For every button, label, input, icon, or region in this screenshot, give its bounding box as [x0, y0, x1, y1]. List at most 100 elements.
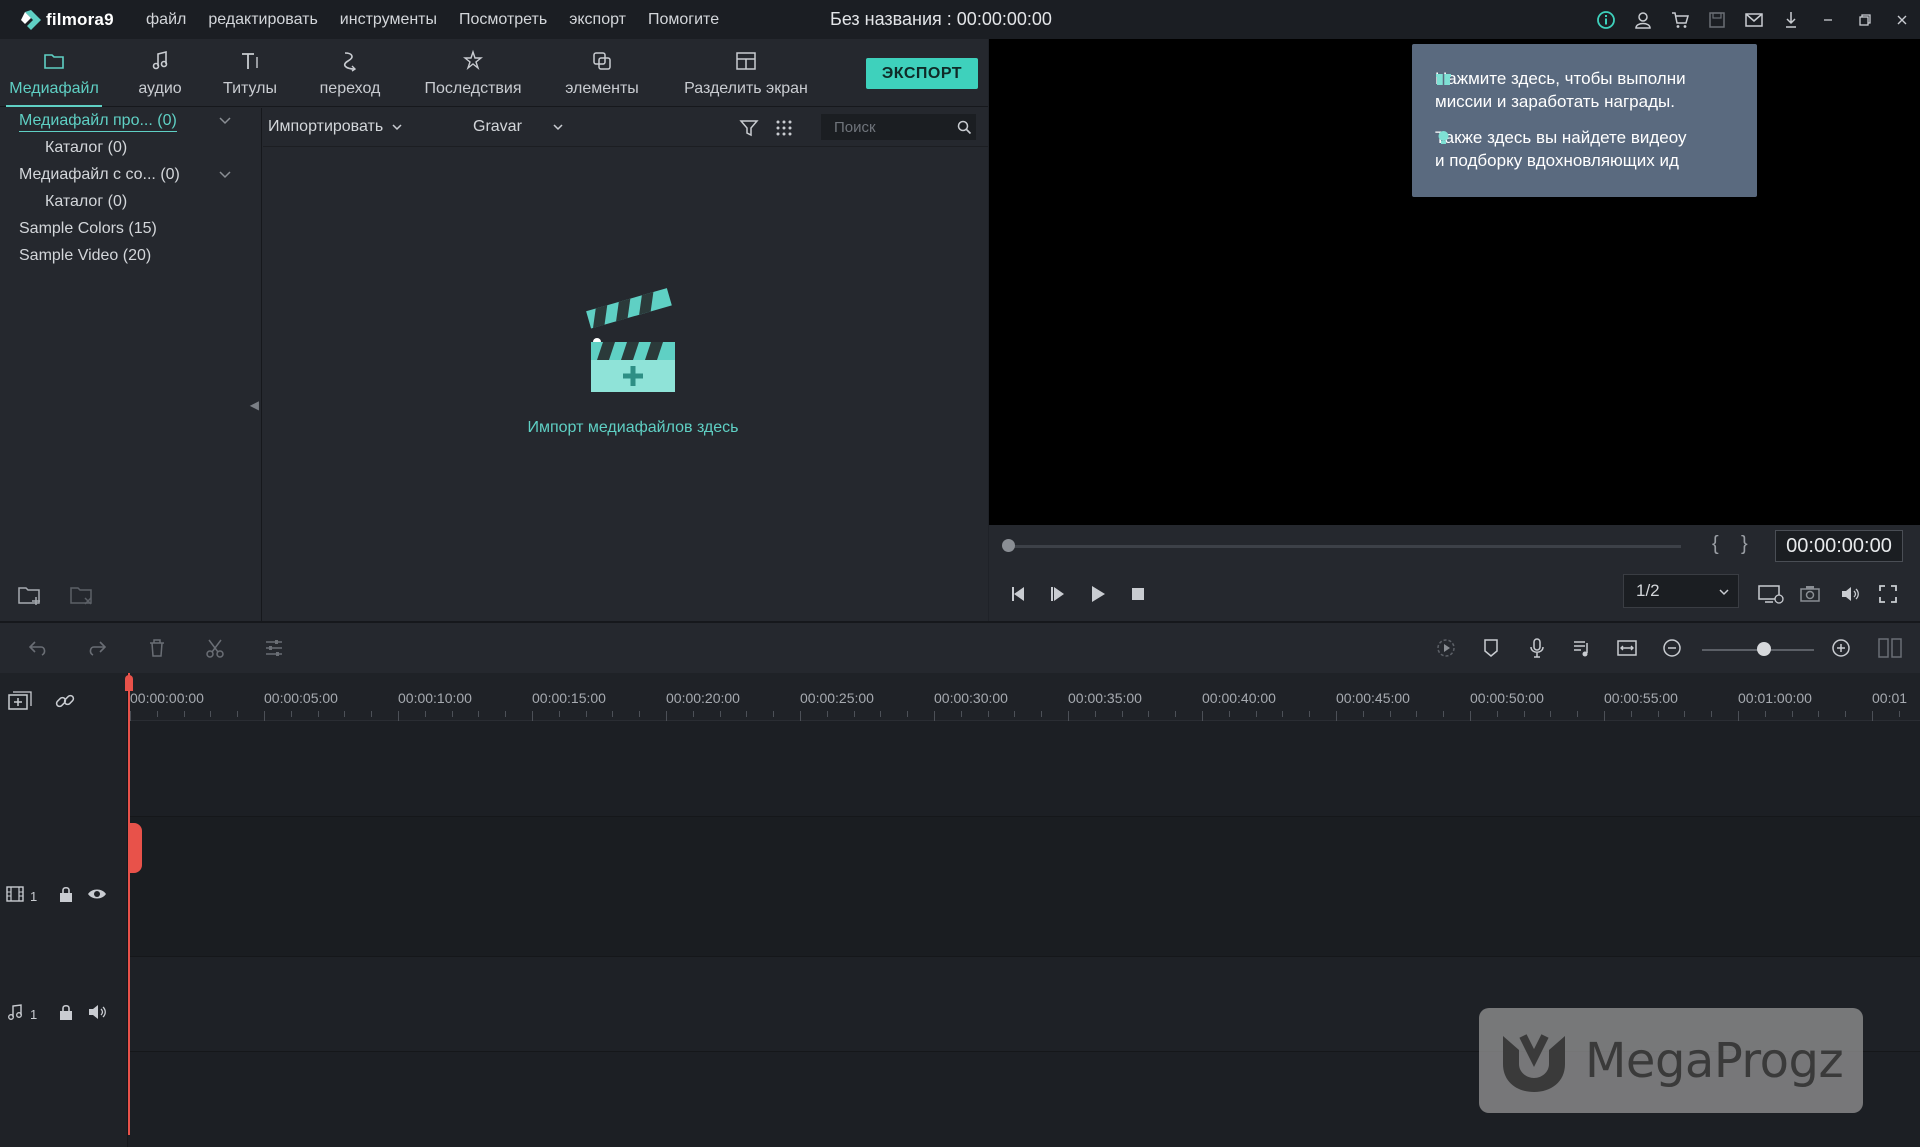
- library-sample-video[interactable]: Sample Video (20): [19, 247, 151, 265]
- playback-quality-select[interactable]: 1/2: [1623, 574, 1739, 608]
- new-folder-icon[interactable]: [17, 583, 43, 607]
- library-project-media[interactable]: Медиафайл про... (0): [19, 112, 177, 132]
- split-screen-icon: [736, 52, 756, 70]
- add-track-icon[interactable]: [7, 690, 33, 712]
- play-icon[interactable]: [1087, 583, 1109, 605]
- volume-icon[interactable]: [1839, 583, 1861, 605]
- snapshot-camera-icon[interactable]: [1799, 583, 1821, 605]
- app-name: filmora9: [46, 9, 114, 29]
- library-sample-colors[interactable]: Sample Colors (15): [19, 220, 157, 238]
- tab-transitions-label: переход: [319, 80, 381, 97]
- export-button[interactable]: ЭКСПОРТ: [866, 58, 978, 89]
- search-input[interactable]: [821, 114, 976, 140]
- fit-timeline-icon[interactable]: [1616, 637, 1638, 659]
- tooltip-line-1a: Нажмите здесь, чтобы выполни: [1435, 69, 1686, 88]
- download-icon[interactable]: [1772, 0, 1809, 39]
- collapse-panel-arrow[interactable]: ◀: [250, 398, 259, 412]
- zoom-in-icon[interactable]: [1830, 637, 1852, 659]
- playhead-handle[interactable]: [125, 675, 133, 691]
- playhead[interactable]: [128, 673, 130, 1135]
- tab-media[interactable]: Медиафайл: [6, 49, 102, 107]
- voiceover-icon[interactable]: [1571, 637, 1593, 659]
- account-icon[interactable]: [1624, 0, 1661, 39]
- tab-audio[interactable]: аудио: [125, 49, 195, 107]
- zoom-out-icon[interactable]: [1661, 637, 1683, 659]
- stop-icon[interactable]: [1127, 583, 1149, 605]
- display-settings-icon[interactable]: [1757, 583, 1785, 605]
- ruler-tick: [1872, 711, 1873, 721]
- lock-icon[interactable]: [57, 1003, 75, 1021]
- next-frame-icon[interactable]: [1047, 583, 1069, 605]
- mark-in-button[interactable]: {: [1712, 533, 1719, 556]
- filter-icon[interactable]: [738, 117, 760, 139]
- video-track-lane[interactable]: [128, 816, 1920, 956]
- title-bar: filmora9 файл редактировать инструменты …: [0, 0, 1920, 39]
- watermark: MegaProgz: [1479, 1008, 1863, 1113]
- library-shared-media[interactable]: Медиафайл с со... (0): [19, 166, 180, 184]
- library-folder-1[interactable]: Каталог (0): [45, 139, 127, 157]
- sort-dropdown[interactable]: Gravar: [473, 118, 564, 136]
- ruler-tick: [210, 711, 212, 717]
- delete-icon[interactable]: [146, 637, 168, 659]
- import-dropdown[interactable]: Импортировать: [268, 118, 403, 136]
- restore-icon[interactable]: [1846, 0, 1883, 39]
- ruler-label: 00:00:50:00: [1470, 690, 1544, 706]
- tab-split-screen[interactable]: Разделить экран: [678, 49, 814, 107]
- chevron-down-icon: [553, 124, 563, 130]
- tab-media-label: Медиафайл: [9, 80, 99, 97]
- delete-folder-icon[interactable]: [69, 583, 95, 607]
- lock-icon[interactable]: [57, 885, 75, 903]
- search-icon[interactable]: [957, 120, 972, 135]
- mail-icon[interactable]: [1735, 0, 1772, 39]
- rewards-tooltip[interactable]: Нажмите здесь, чтобы выполни миссии и за…: [1412, 44, 1757, 197]
- menu-edit[interactable]: редактировать: [208, 11, 317, 29]
- ruler-tick: [1657, 711, 1659, 717]
- microphone-icon[interactable]: [1526, 637, 1548, 659]
- tab-transitions[interactable]: переход: [310, 49, 390, 107]
- sort-dropdown-label: Gravar: [473, 118, 522, 135]
- link-icon[interactable]: [54, 690, 76, 712]
- menu-file[interactable]: файл: [146, 11, 186, 29]
- ruler-tick: [719, 711, 721, 717]
- eye-icon[interactable]: [87, 885, 107, 903]
- cart-icon[interactable]: [1661, 0, 1698, 39]
- tab-titles[interactable]: Титулы: [215, 49, 285, 107]
- library-folder-2[interactable]: Каталог (0): [45, 193, 127, 211]
- timeline-ruler[interactable]: 00:00:00:00 00:00:05:00 00:00:10:00 00:00:1…: [128, 673, 1920, 721]
- tab-effects[interactable]: Последствия: [418, 49, 528, 107]
- mark-out-button[interactable]: }: [1741, 533, 1748, 556]
- playhead-grip[interactable]: [128, 823, 142, 873]
- redo-icon[interactable]: [86, 637, 108, 659]
- preview-scrub-bar[interactable]: [1007, 545, 1681, 548]
- previous-frame-icon[interactable]: [1008, 583, 1030, 605]
- adjust-icon[interactable]: [263, 637, 285, 659]
- cut-icon[interactable]: [204, 637, 226, 659]
- tab-titles-label: Титулы: [223, 80, 277, 97]
- minimize-icon[interactable]: [1809, 0, 1846, 39]
- track-view-icon[interactable]: [1877, 637, 1903, 659]
- menu-view[interactable]: Посмотреть: [459, 11, 547, 29]
- menu-help[interactable]: Помогите: [648, 11, 719, 29]
- chevron-down-icon[interactable]: [218, 168, 232, 182]
- zoom-slider-handle[interactable]: [1756, 642, 1771, 656]
- tab-elements[interactable]: элементы: [560, 49, 644, 107]
- menu-export[interactable]: экспорт: [569, 11, 626, 29]
- undo-icon[interactable]: [27, 637, 49, 659]
- save-icon[interactable]: [1698, 0, 1735, 39]
- chevron-down-icon[interactable]: [218, 114, 232, 128]
- fullscreen-icon[interactable]: [1877, 583, 1899, 605]
- info-icon[interactable]: [1587, 0, 1624, 39]
- ruler-tick: [1228, 711, 1230, 717]
- speaker-icon[interactable]: [87, 1003, 107, 1021]
- import-media-text: Импорт медиафайлов здесь: [527, 419, 739, 436]
- timeline-empty-area[interactable]: [128, 722, 1920, 815]
- marker-icon[interactable]: [1480, 637, 1502, 659]
- ruler-tick: [1550, 711, 1552, 717]
- menu-tools[interactable]: инструменты: [340, 11, 437, 29]
- close-icon[interactable]: [1883, 0, 1920, 39]
- title-bar-icons: [1587, 0, 1920, 39]
- grid-view-icon[interactable]: [773, 117, 795, 139]
- preview-scrub-handle[interactable]: [1002, 539, 1015, 552]
- render-preview-icon[interactable]: [1435, 637, 1457, 659]
- import-media-dropzone[interactable]: Импорт медиафайлов здесь: [483, 288, 783, 437]
